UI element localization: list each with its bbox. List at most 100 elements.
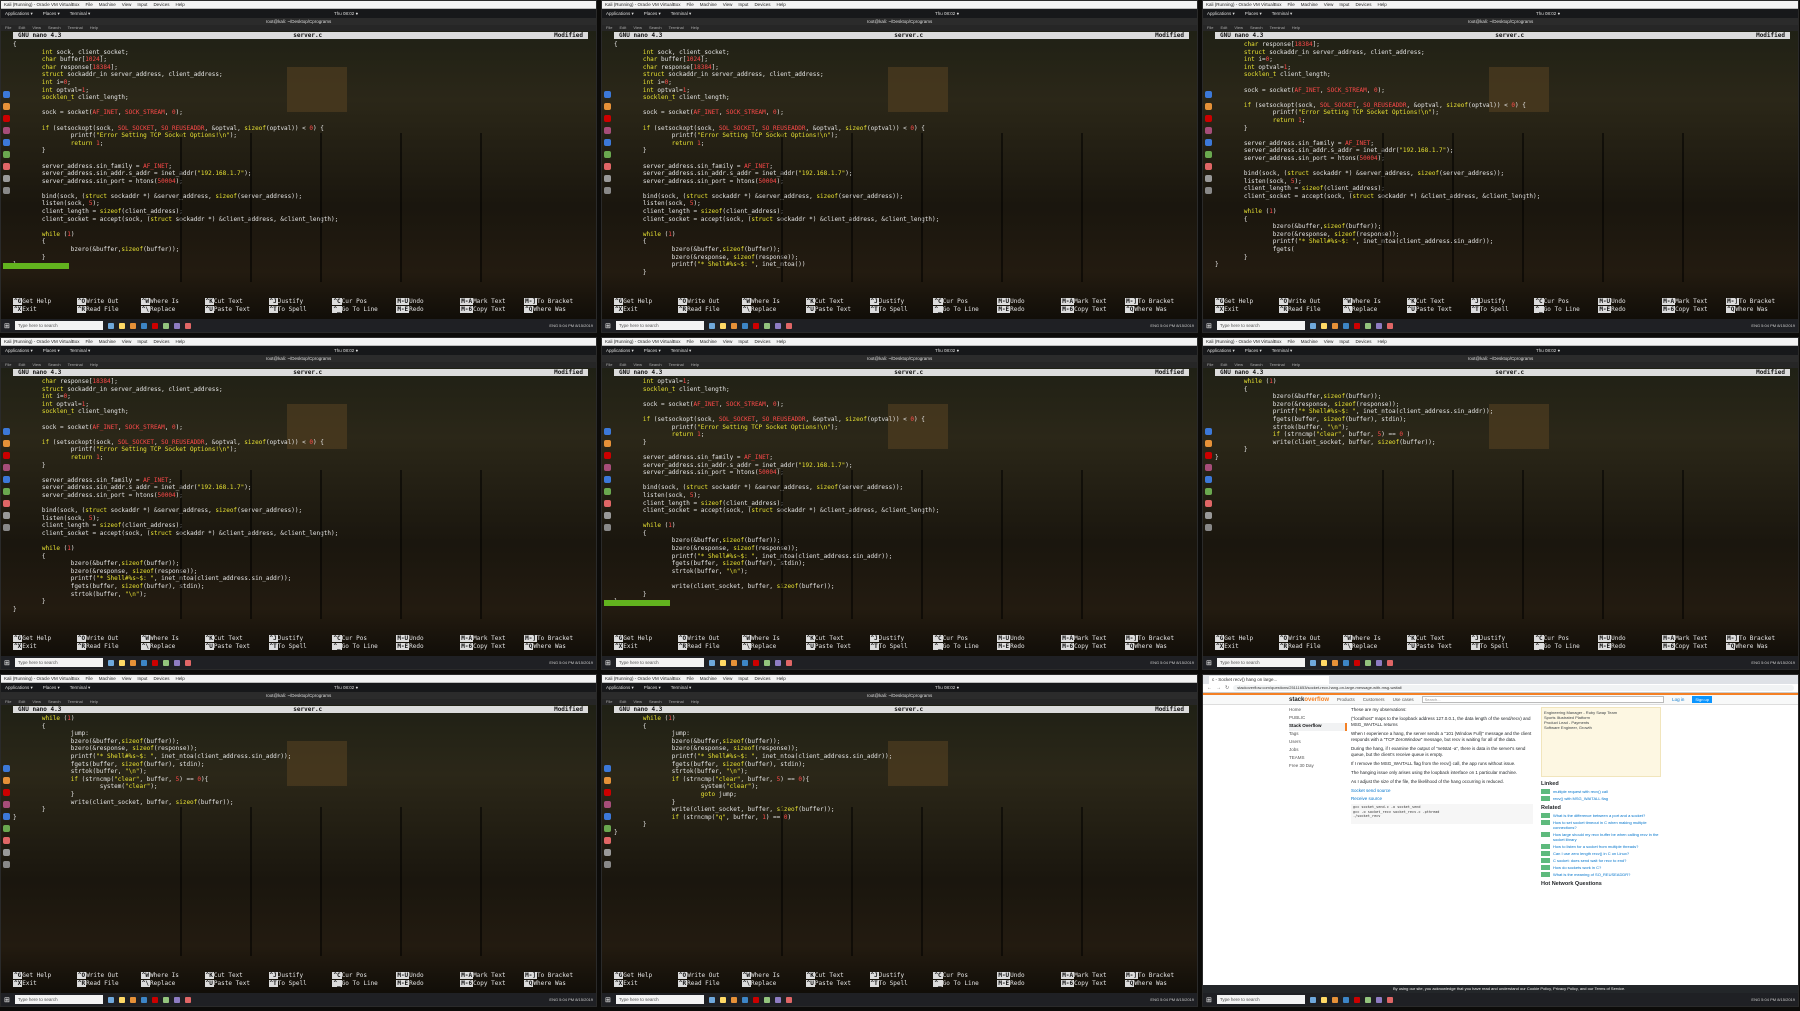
vm-menu-item[interactable]: Machine	[1301, 2, 1318, 7]
so-nav-item[interactable]: Products	[1337, 697, 1355, 702]
nano-shortcut[interactable]: M-]To Bracket	[524, 972, 588, 979]
nano-shortcut[interactable]: ^\Replace	[1342, 643, 1407, 650]
code-editor[interactable]: char response[18384]; struct sockaddr_in…	[13, 378, 586, 623]
dock-app-icon[interactable]	[1205, 187, 1212, 194]
nano-shortcut[interactable]: M-6Copy Text	[460, 306, 524, 313]
taskbar-app-icon[interactable]	[708, 322, 715, 329]
nano-shortcut[interactable]: M-AMark Text	[1662, 635, 1726, 642]
terminal-menu-item[interactable]: Help	[1292, 362, 1300, 368]
vm-menu-item[interactable]: File	[686, 339, 693, 344]
nano-shortcut[interactable]: ^CCur Pos	[1534, 635, 1598, 642]
taskbar-search-input[interactable]: Type here to search	[1216, 658, 1305, 667]
nano-shortcut[interactable]: ^QWhere Was	[1125, 643, 1189, 650]
left-nav-item[interactable]: Tags	[1289, 731, 1347, 739]
taskbar-app-icon[interactable]	[1331, 659, 1338, 666]
vm-menu-item[interactable]: Input	[137, 339, 147, 344]
windows-start-icon[interactable]: ⊞	[1206, 322, 1212, 330]
nano-shortcut[interactable]: ^KCut Text	[805, 972, 870, 979]
taskbar-app-icon[interactable]	[719, 322, 726, 329]
so-search-input[interactable]: Search...	[1421, 696, 1665, 703]
terminal-menu-item[interactable]: View	[633, 699, 642, 705]
dock-app-icon[interactable]	[604, 825, 611, 832]
dock-app-icon[interactable]	[604, 440, 611, 447]
related-question-title[interactable]: What is the meaning of SO_REUSEADDR?	[1553, 872, 1630, 877]
nano-shortcut[interactable]: ^QWhere Was	[524, 980, 588, 987]
nano-shortcut[interactable]: ^\Replace	[741, 980, 806, 987]
dock-app-icon[interactable]	[3, 127, 10, 134]
code-editor[interactable]: { int sock, client_socket; char buffer[1…	[614, 41, 1187, 286]
nano-shortcut[interactable]: ^TTo Spell	[1470, 643, 1535, 650]
terminal-menu-item[interactable]: View	[1234, 25, 1243, 31]
question-link[interactable]: Receive source	[1351, 796, 1533, 801]
nano-shortcut[interactable]: M-UUndo	[1598, 298, 1662, 305]
terminal-menu-item[interactable]: Help	[691, 699, 699, 705]
vm-menu-item[interactable]: Machine	[700, 676, 717, 681]
nano-shortcut[interactable]: ^KCut Text	[204, 298, 269, 305]
vm-menu-item[interactable]: Help	[175, 676, 184, 681]
windows-start-icon[interactable]: ⊞	[1206, 996, 1212, 1004]
nano-shortcut[interactable]: ^UPaste Text	[805, 980, 870, 987]
windows-start-icon[interactable]: ⊞	[4, 659, 10, 667]
nano-shortcut[interactable]: ^JJustify	[268, 972, 333, 979]
vm-menu-item[interactable]: Input	[738, 2, 748, 7]
nano-shortcut[interactable]: ^UPaste Text	[805, 643, 870, 650]
taskbar-app-icon[interactable]	[1375, 659, 1382, 666]
taskbar-search-input[interactable]: Type here to search	[615, 658, 704, 667]
related-question[interactable]: How to listen for a socket from multiple…	[1541, 844, 1661, 849]
vm-menu-item[interactable]: Input	[738, 676, 748, 681]
taskbar-app-icon[interactable]	[184, 322, 191, 329]
taskbar-app-icon[interactable]	[730, 659, 737, 666]
terminal-menu-item[interactable]: File	[5, 362, 11, 368]
nano-shortcut[interactable]: ^XExit	[13, 306, 77, 313]
nano-shortcut[interactable]: ^\Replace	[140, 643, 205, 650]
nano-shortcut[interactable]: ^WWhere Is	[140, 635, 205, 642]
nano-shortcut[interactable]: ^XExit	[1215, 643, 1279, 650]
vm-menu-item[interactable]: File	[85, 676, 92, 681]
vm-menu-item[interactable]: File	[85, 2, 92, 7]
vm-menu-item[interactable]: File	[85, 339, 92, 344]
vm-menu-item[interactable]: Devices	[153, 339, 169, 344]
nano-shortcut[interactable]: M-]To Bracket	[1726, 298, 1790, 305]
taskbar-app-icon[interactable]	[1386, 996, 1393, 1003]
terminal-menu-item[interactable]: View	[32, 25, 41, 31]
code-editor[interactable]: { int sock, client_socket; char buffer[1…	[13, 41, 586, 286]
dock-app-icon[interactable]	[3, 837, 10, 844]
linked-question[interactable]: multiple request with recv() call	[1541, 789, 1661, 794]
nano-shortcut[interactable]: ^CCur Pos	[332, 635, 396, 642]
terminal-menu-item[interactable]: Edit	[619, 362, 626, 368]
reload-icon[interactable]: ↻	[1225, 685, 1229, 691]
dock-app-icon[interactable]	[3, 103, 10, 110]
terminal-menu[interactable]: Terminal ▾	[671, 685, 692, 691]
terminal-menu[interactable]: Terminal ▾	[671, 348, 692, 354]
dock-app-icon[interactable]	[1205, 115, 1212, 122]
vm-menu-item[interactable]: File	[686, 676, 693, 681]
nano-shortcut[interactable]: M-6Copy Text	[1061, 306, 1125, 313]
dock-app-icon[interactable]	[1205, 151, 1212, 158]
vm-menu-item[interactable]: Machine	[99, 339, 116, 344]
terminal-menu-item[interactable]: Edit	[1220, 25, 1227, 31]
nano-shortcut[interactable]: ^\Replace	[741, 306, 806, 313]
nano-shortcut[interactable]: M-6Copy Text	[460, 980, 524, 987]
linked-question[interactable]: recv() with MSG_WAITALL flag	[1541, 796, 1661, 801]
nano-shortcut[interactable]: M-ERedo	[997, 980, 1061, 987]
nano-shortcut[interactable]: ^RRead File	[1278, 306, 1343, 313]
nano-shortcut[interactable]: ^WWhere Is	[1342, 298, 1407, 305]
nano-shortcut[interactable]: M-ERedo	[997, 643, 1061, 650]
terminal-menu-item[interactable]: Edit	[619, 25, 626, 31]
dock-app-icon[interactable]	[3, 139, 10, 146]
dock-app-icon[interactable]	[604, 163, 611, 170]
terminal-menu-item[interactable]: File	[606, 362, 612, 368]
taskbar-app-icon[interactable]	[752, 659, 759, 666]
terminal-menu-item[interactable]: Search	[649, 25, 662, 31]
nano-shortcut[interactable]: M-AMark Text	[1061, 298, 1125, 305]
nano-shortcut[interactable]: ^\Replace	[741, 643, 806, 650]
related-question[interactable]: What is the meaning of SO_REUSEADDR?	[1541, 872, 1661, 877]
dock-app-icon[interactable]	[1205, 440, 1212, 447]
terminal-menu-item[interactable]: Edit	[1220, 362, 1227, 368]
terminal-menu-item[interactable]: View	[32, 362, 41, 368]
vm-menu-item[interactable]: Devices	[1355, 339, 1371, 344]
taskbar-app-icon[interactable]	[785, 996, 792, 1003]
nano-shortcut[interactable]: ^GGet Help	[1215, 635, 1279, 642]
terminal-menu-item[interactable]: Edit	[18, 699, 25, 705]
nano-shortcut[interactable]: M-6Copy Text	[1662, 643, 1726, 650]
